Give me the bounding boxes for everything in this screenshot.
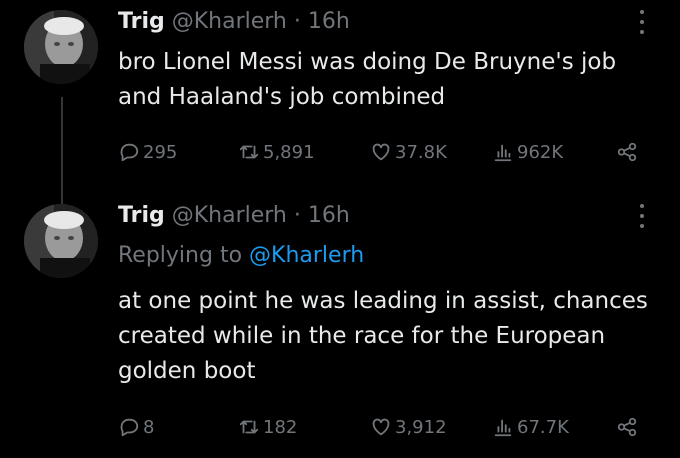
action-bar: 295 5,891 37.8K 962K — [118, 137, 648, 167]
views-icon — [494, 419, 512, 437]
share-icon — [617, 142, 637, 162]
display-name[interactable]: Trig — [118, 203, 165, 228]
like-icon — [372, 418, 390, 436]
avatar[interactable] — [24, 204, 98, 278]
like-button[interactable]: 3,912 — [370, 412, 447, 442]
tweet-header: Trig @Kharlerh · 16h — [118, 201, 350, 231]
retweet-count: 182 — [263, 416, 298, 438]
like-button[interactable]: 37.8K — [370, 137, 447, 167]
retweet-icon — [239, 420, 259, 434]
avatar[interactable] — [24, 10, 98, 84]
user-handle[interactable]: @Kharlerh — [172, 9, 287, 34]
reply-count: 295 — [143, 141, 178, 163]
share-button[interactable] — [616, 412, 641, 442]
timestamp[interactable]: · 16h — [294, 203, 350, 228]
tweet-header: Trig @Kharlerh · 16h — [118, 7, 350, 37]
tweet-text: at one point he was leading in assist, c… — [118, 288, 648, 384]
retweet-button[interactable]: 5,891 — [238, 137, 315, 167]
tweet[interactable]: Trig @Kharlerh · 16h bro Lionel Messi wa… — [0, 0, 680, 192]
reply-count: 8 — [143, 416, 155, 438]
display-name[interactable]: Trig — [118, 9, 165, 34]
replying-to-label: Replying to — [118, 243, 243, 268]
share-button[interactable] — [616, 137, 641, 167]
share-icon — [617, 417, 637, 437]
views-icon — [494, 144, 512, 162]
reply-icon — [120, 418, 139, 437]
like-count: 37.8K — [395, 141, 447, 163]
reply-button[interactable]: 295 — [118, 137, 177, 167]
user-handle[interactable]: @Kharlerh — [172, 203, 287, 228]
views-button[interactable]: 67.7K — [492, 412, 569, 442]
like-icon — [372, 143, 390, 161]
timestamp[interactable]: · 16h — [294, 9, 350, 34]
views-count: 962K — [517, 141, 564, 163]
like-count: 3,912 — [395, 416, 447, 438]
more-icon[interactable] — [638, 10, 646, 34]
action-bar: 8 182 3,912 67.7K — [118, 412, 648, 442]
more-icon[interactable] — [638, 204, 646, 228]
thread-line — [61, 97, 63, 207]
reply-icon — [120, 143, 139, 162]
retweet-icon — [239, 145, 259, 159]
views-button[interactable]: 962K — [492, 137, 563, 167]
retweet-count: 5,891 — [263, 141, 315, 163]
replying-to: Replying to @Kharlerh — [118, 241, 364, 271]
reply-button[interactable]: 8 — [118, 412, 154, 442]
tweet[interactable]: Trig @Kharlerh · 16h Replying to @Kharle… — [0, 192, 680, 458]
tweet-text: bro Lionel Messi was doing De Bruyne's j… — [118, 49, 617, 110]
replying-to-mention[interactable]: @Kharlerh — [249, 243, 364, 268]
views-count: 67.7K — [517, 416, 569, 438]
retweet-button[interactable]: 182 — [238, 412, 297, 442]
